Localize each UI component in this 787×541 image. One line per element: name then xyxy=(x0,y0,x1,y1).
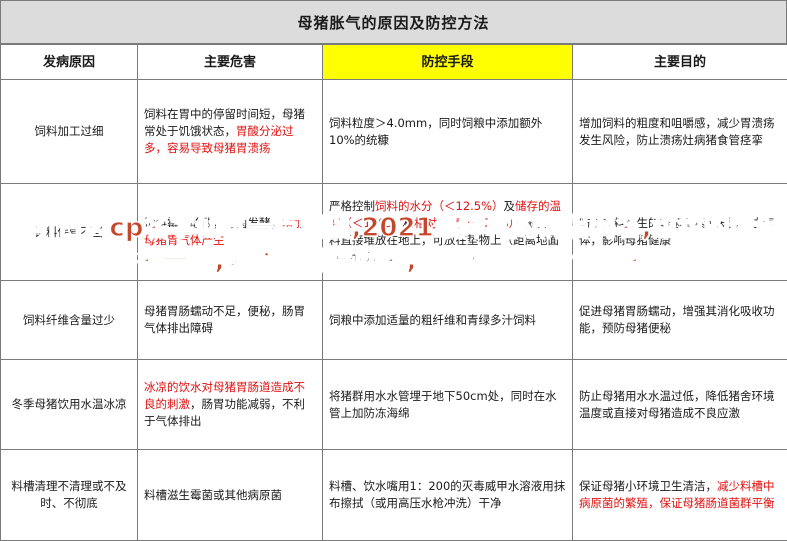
cause-cell: 冬季母猪饮用水温冰凉 xyxy=(1,360,138,450)
goal-cell: 促进母猪胃肠蠕动，增强其消化吸收功能，预防母猪便秘 xyxy=(573,281,787,360)
control-text: 饲料的水分（＜12.5%） xyxy=(375,199,504,213)
control-text: 饲料粒度＞4.0mm，同时饲粮中添加额外10%的统糠 xyxy=(329,116,542,147)
goal-cell: 增加饲料的粗度和咀嚼感，减少胃溃疡发生风险，防止溃疡灶病猪食管痉挛 xyxy=(573,80,787,184)
control-cell: 料槽、饮水嘴用1：200的灭毒威甲水溶液用抹布擦拭（或用高压水枪冲洗）干净 xyxy=(323,450,573,541)
page-title: 母猪胀气的原因及防控方法 xyxy=(0,0,787,44)
goal-cell: 保证母猪小环境卫生清洁，减少料槽中病原菌的繁殖，保证母猪肠道菌群平衡 xyxy=(573,450,787,541)
harm-cell: 料槽滋生霉菌或其他病原菌 xyxy=(138,450,323,541)
control-cell: 饲粮中添加适量的粗纤维和青绿多汁饲料 xyxy=(323,281,573,360)
control-text: 和 xyxy=(403,216,415,230)
harm-cell: 饲料在胃中的停留时间短，母猪常处于饥饿状态，胃酸分泌过多，容易导致母猪胃溃疡 xyxy=(138,80,323,184)
control-cell: 饲料粒度＞4.0mm，同时饲粮中添加额外10%的统糠 xyxy=(323,80,573,184)
harm-cell: 母猪胃肠蠕动不足，便秘，肠胃气体排出障碍 xyxy=(138,281,323,360)
goal-text: 增加饲料的粗度和咀嚼感，减少胃溃疡发生风险，防止溃疡灶病猪食管痉挛 xyxy=(579,116,775,147)
control-cell: 将猪群用水水管埋于地下50cm处，同时在水管上加防冻海绵 xyxy=(323,360,573,450)
cause-cell: 饲料加工过细 xyxy=(1,80,138,184)
table-row: 料槽清理不清理或不及时、不彻底料槽滋生霉菌或其他病原菌 料槽、饮水嘴用1：200的… xyxy=(1,450,787,541)
control-text: 饲粮中添加适量的粗纤维和青绿多汁饲料 xyxy=(329,313,536,327)
control-text: 料槽、饮水嘴用1：200的灭毒威甲水溶液用抹布擦拭（或用高压水枪冲洗）干净 xyxy=(329,479,565,510)
harm-cell: 饲料霉变酸败，霉菌发酵，增加母猪胃气体产生 xyxy=(138,184,323,281)
goal-text: 促进母猪胃肠蠕动，增强其消化吸收功能，预防母猪便秘 xyxy=(579,304,775,335)
harm-text: 母猪胃肠蠕动不足，便秘，肠胃气体排出障碍 xyxy=(144,304,305,335)
table-row: 饲料加工过细饲料在胃中的停留时间短，母猪常处于饥饿状态，胃酸分泌过多，容易导致母… xyxy=(1,80,787,184)
goal-cell: 防止饲料产生的霉菌毒素或发酵产生气体，影响母猪健康 xyxy=(573,184,787,281)
harm-cell: 冰凉的饮水对母猪胃肠道造成不良的刺激，肠胃功能减弱，不利于气体排出 xyxy=(138,360,323,450)
header-cause: 发病原因 xyxy=(1,45,138,80)
header-harm: 主要危害 xyxy=(138,45,323,80)
cause-cell: 饲料保管不当 xyxy=(1,184,138,281)
table-row: 冬季母猪饮用水温冰凉冰凉的饮水对母猪胃肠道造成不良的刺激，肠胃功能减弱，不利于气… xyxy=(1,360,787,450)
prevention-table: 发病原因 主要危害 防控手段 主要目的 饲料加工过细饲料在胃中的停留时间短，母猪… xyxy=(0,44,787,541)
header-goal: 主要目的 xyxy=(573,45,787,80)
table-row: 饲料保管不当饲料霉变酸败，霉菌发酵，增加母猪胃气体产生严格控制饲料的水分（＜12… xyxy=(1,184,787,281)
control-text: 将猪群用水水管埋于地下50cm处，同时在水管上加防冻海绵 xyxy=(329,389,557,420)
control-cell: 严格控制饲料的水分（＜12.5%）及储存的温度（＜15℃）和相对湿度（＜70%）… xyxy=(323,184,573,281)
document-page: 母猪胀气的原因及防控方法 发病原因 主要危害 防控手段 主要目的 饲料加工过细饲… xyxy=(0,0,787,538)
control-text: 及 xyxy=(504,199,516,213)
harm-text: 饲料霉变酸败，霉菌发酵， xyxy=(144,216,282,230)
goal-text: 防止饲料产生的霉菌毒素或发酵产生气体，影响母猪健康 xyxy=(579,216,775,247)
cause-cell: 料槽清理不清理或不及时、不彻底 xyxy=(1,450,138,541)
goal-text: 保证母猪小环境卫生清洁， xyxy=(579,479,717,493)
table-header-row: 发病原因 主要危害 防控手段 主要目的 xyxy=(1,45,787,80)
header-control: 防控手段 xyxy=(323,45,573,80)
control-text: 严格控制 xyxy=(329,199,375,213)
goal-cell: 防止母猪用水水温过低，降低猪舍环境温度或直接对母猪造成不良应激 xyxy=(573,360,787,450)
control-text: 相对湿度（＜70%） xyxy=(414,216,514,230)
goal-text: 防止母猪用水水温过低，降低猪舍环境温度或直接对母猪造成不良应激 xyxy=(579,389,775,420)
table-row: 饲料纤维含量过少母猪胃肠蠕动不足，便秘，肠胃气体排出障碍 饲粮中添加适量的粗纤维和… xyxy=(1,281,787,360)
harm-text: 料槽滋生霉菌或其他病原菌 xyxy=(144,488,282,502)
cause-cell: 饲料纤维含量过少 xyxy=(1,281,138,360)
